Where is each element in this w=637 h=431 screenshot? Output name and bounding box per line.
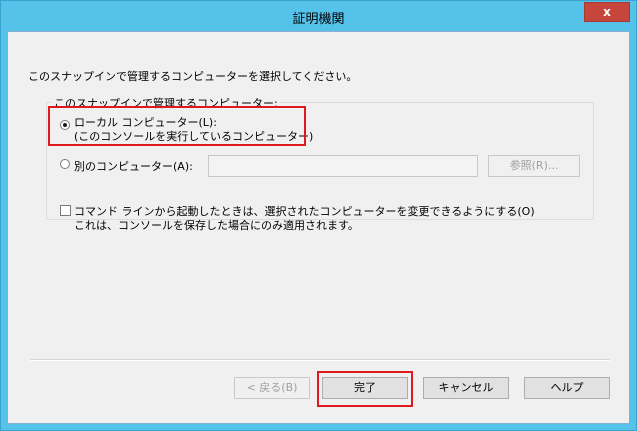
other-computer-input[interactable] bbox=[208, 155, 478, 177]
dialog-window: 証明機関 x このスナップインで管理するコンピューターを選択してください。 この… bbox=[0, 0, 637, 431]
help-button[interactable]: ヘルプ bbox=[524, 377, 610, 399]
dialog-body: このスナップインで管理するコンピューターを選択してください。 このスナップインで… bbox=[7, 31, 630, 424]
allow-change-checkbox[interactable] bbox=[60, 205, 71, 216]
local-option-highlight bbox=[48, 106, 306, 146]
back-button[interactable]: < 戻る(B) bbox=[234, 377, 310, 399]
close-button[interactable]: x bbox=[584, 2, 630, 22]
allow-change-note: これは、コンソールを保存した場合にのみ適用されます。 bbox=[74, 219, 359, 232]
footer-separator bbox=[30, 359, 610, 361]
window-title: 証明機関 bbox=[292, 12, 345, 27]
instruction-text: このスナップインで管理するコンピューターを選択してください。 bbox=[28, 70, 358, 83]
other-computer-label[interactable]: 別のコンピューター(A): bbox=[74, 158, 193, 174]
title-bar[interactable]: 証明機関 x bbox=[1, 1, 636, 31]
cancel-button[interactable]: キャンセル bbox=[423, 377, 509, 399]
browse-button[interactable]: 参照(R)... bbox=[488, 155, 580, 177]
other-computer-radio[interactable] bbox=[60, 159, 70, 169]
finish-button-highlight bbox=[317, 371, 413, 407]
